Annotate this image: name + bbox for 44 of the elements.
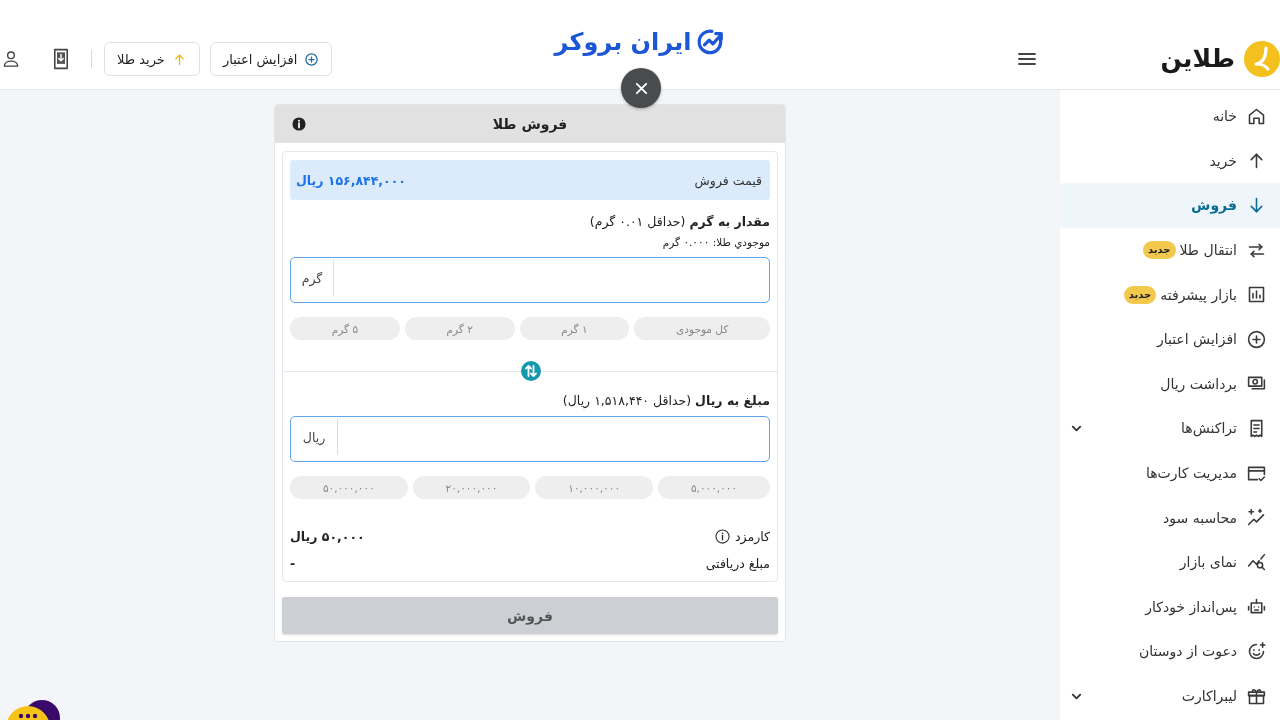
sidebar-item[interactable]: لیبراکارت	[1060, 673, 1280, 719]
sidebar-item[interactable]: افزایش اعتبار	[1060, 316, 1280, 362]
balance-text: موجودي طلا: ۰.۰۰۰ گرم	[661, 235, 770, 250]
info-icon[interactable]	[715, 528, 731, 544]
price-value: ۱۵۶,۸۴۴,۰۰۰ ریال	[296, 172, 406, 188]
new-badge: جدید	[1123, 285, 1157, 304]
summary-value: ۵۰,۰۰۰ ریال	[290, 528, 365, 544]
partner-logo-text: ایران بروکر	[554, 27, 692, 58]
summary-label: کارمزد	[735, 528, 770, 544]
phone-download-icon[interactable]	[53, 48, 69, 70]
price-label: قیمت فروش	[694, 172, 762, 188]
sidebar-item[interactable]: انتقال طلا جدید	[1060, 227, 1280, 273]
field-label: مبلغ به ریال (حداقل ۱,۵۱۸,۴۴۰ ریال)	[561, 392, 770, 410]
sidebar-item[interactable]: پس‌انداز خودکار	[1060, 584, 1280, 630]
new-badge: جدید	[1143, 241, 1176, 260]
sidebar-item[interactable]: تراکنش‌ها	[1060, 406, 1280, 451]
swap-icon[interactable]	[521, 361, 541, 381]
dialog-title: فروش طلا	[492, 116, 568, 132]
smiley-plus-icon	[1246, 640, 1267, 662]
sidebar-item[interactable]: خانه	[1060, 94, 1280, 139]
field-label: مقدار به گرم (حداقل ۰.۰۱ گرم)	[588, 213, 770, 232]
sidebar-item[interactable]: مدیریت کارت‌ها	[1060, 450, 1280, 496]
close-icon	[633, 80, 649, 96]
summary-value: -	[290, 555, 296, 571]
sidebar-item[interactable]: نمای بازار	[1060, 539, 1280, 585]
user-icon[interactable]	[1, 49, 21, 69]
sidebar-item[interactable]: خرید	[1060, 138, 1280, 184]
sidebar-item[interactable]: برداشت ریال	[1060, 361, 1280, 407]
chart-search-icon	[1246, 551, 1267, 573]
info-icon[interactable]	[292, 117, 306, 131]
sidebar-item[interactable]: فروش	[1060, 183, 1280, 228]
plus-circle-icon	[1246, 328, 1267, 350]
amount-input[interactable]: ریال	[290, 416, 770, 462]
unit-label: گرم	[291, 260, 334, 296]
grams-input[interactable]: گرم	[290, 257, 770, 303]
sidebar-item[interactable]: بازار پیشرفته جدید	[1060, 272, 1280, 317]
trend-chart-logo-icon	[695, 27, 726, 57]
header-button[interactable]: افزایش اعتبار	[209, 42, 333, 76]
unit-label: ریال	[291, 419, 338, 455]
sidebar-item[interactable]: دعوت از دوستان	[1060, 629, 1280, 674]
sidebar-item[interactable]: محاسبه سود	[1060, 495, 1280, 540]
header-button[interactable]: خرید طلا	[104, 42, 200, 76]
summary-label: مبلغ دریافتی	[705, 555, 770, 571]
brand-name: طلاین	[1160, 43, 1235, 76]
